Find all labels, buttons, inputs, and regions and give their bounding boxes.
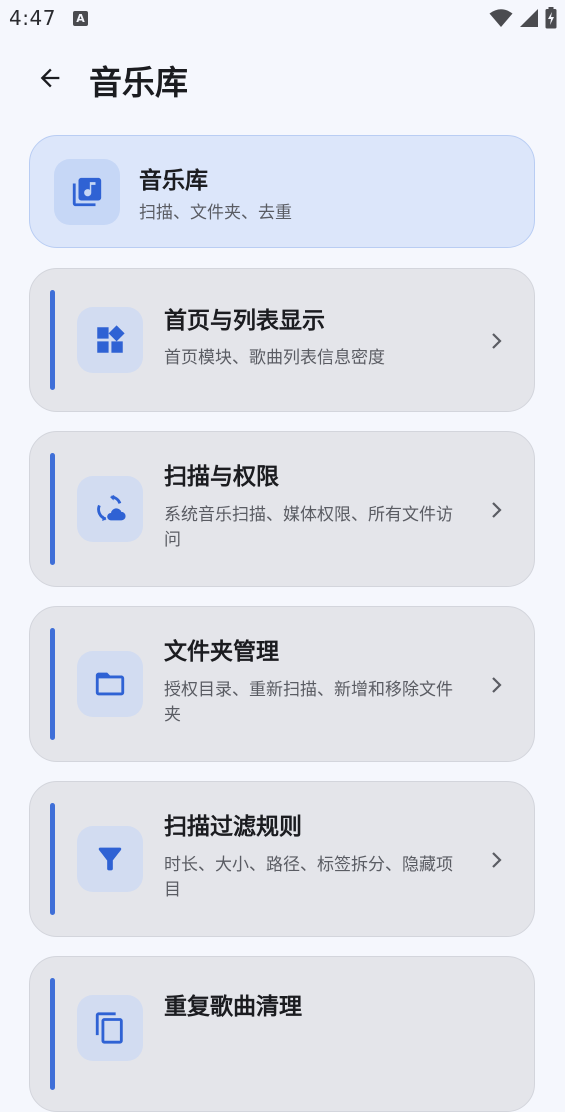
wifi-icon — [489, 9, 513, 27]
folder-icon — [95, 672, 125, 696]
card-subtitle: 系统音乐扫描、媒体权限、所有文件访问 — [164, 505, 453, 550]
card-title: 重复歌曲清理 — [164, 994, 302, 1020]
card-icon-box — [54, 159, 120, 225]
card-icon-box — [77, 651, 143, 717]
chevron-right-icon — [490, 674, 504, 696]
card-title: 扫描过滤规则 — [164, 814, 302, 840]
card-scan-filter-rules[interactable]: 扫描过滤规则 时长、大小、路径、标签拆分、隐藏项目 — [29, 781, 535, 937]
card-subtitle: 首页模块、歌曲列表信息密度 — [164, 348, 385, 368]
app-bar: 音乐库 — [0, 40, 565, 114]
chevron-right-icon — [490, 499, 504, 521]
cellular-signal-icon — [520, 9, 538, 27]
battery-charging-icon — [545, 7, 557, 29]
card-icon-box — [77, 995, 143, 1061]
card-icon-box — [77, 826, 143, 892]
accent-bar — [50, 453, 55, 565]
accent-bar — [50, 803, 55, 915]
status-time: 4:47 — [9, 6, 56, 30]
card-home-list-display[interactable]: 首页与列表显示 首页模块、歌曲列表信息密度 — [29, 268, 535, 412]
card-title: 音乐库 — [139, 168, 208, 194]
card-title: 扫描与权限 — [164, 464, 279, 490]
filter-icon — [98, 847, 122, 871]
accent-bar — [50, 978, 55, 1090]
card-music-library[interactable]: 音乐库 扫描、文件夹、去重 — [29, 135, 535, 248]
card-icon-box — [77, 307, 143, 373]
back-button[interactable] — [30, 58, 70, 98]
card-title: 文件夹管理 — [164, 639, 279, 665]
widgets-icon — [97, 325, 125, 353]
notification-letter-icon: A — [73, 11, 88, 26]
card-scan-permissions[interactable]: 扫描与权限 系统音乐扫描、媒体权限、所有文件访问 — [29, 431, 535, 587]
arrow-left-icon — [40, 68, 60, 88]
chevron-right-icon — [490, 330, 504, 352]
duplicate-icon — [95, 1012, 123, 1044]
card-subtitle: 扫描、文件夹、去重 — [139, 203, 292, 223]
card-icon-box — [77, 476, 143, 542]
card-subtitle: 授权目录、重新扫描、新增和移除文件夹 — [164, 680, 453, 725]
music-library-icon — [72, 177, 102, 207]
accent-bar — [50, 628, 55, 740]
card-duplicate-cleanup[interactable]: 重复歌曲清理 — [29, 956, 535, 1112]
status-bar: 4:47 A — [0, 0, 565, 38]
card-subtitle: 时长、大小、路径、标签拆分、隐藏项目 — [164, 855, 453, 900]
chevron-right-icon — [490, 849, 504, 871]
cloud-sync-icon — [97, 494, 126, 522]
card-folder-management[interactable]: 文件夹管理 授权目录、重新扫描、新增和移除文件夹 — [29, 606, 535, 762]
accent-bar — [50, 290, 55, 390]
page-title: 音乐库 — [89, 63, 188, 102]
card-title: 首页与列表显示 — [164, 308, 325, 334]
status-icons — [489, 7, 557, 29]
